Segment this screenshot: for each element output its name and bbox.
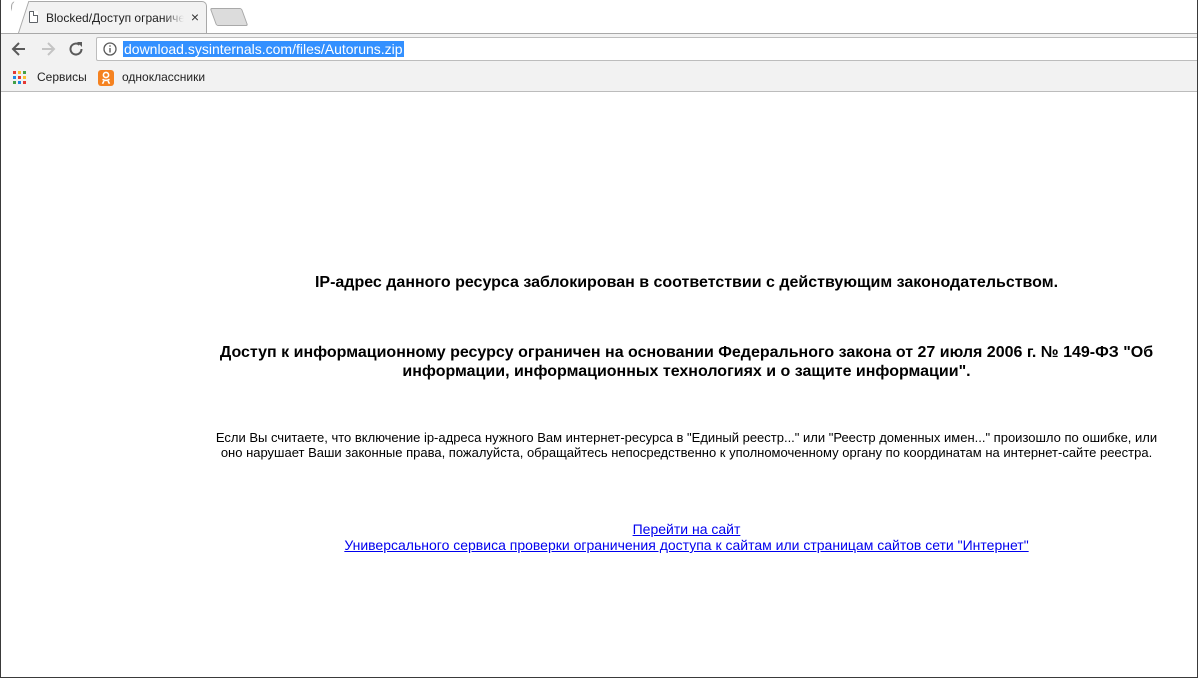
- bookmark-odnoklassniki[interactable]: одноклассники: [122, 70, 205, 86]
- page-icon: [29, 11, 38, 23]
- browser-toolbar: download.sysinternals.com/files/Autoruns…: [1, 33, 1197, 64]
- odnoklassniki-icon[interactable]: [98, 70, 114, 86]
- info-icon[interactable]: [103, 42, 117, 56]
- url-text[interactable]: download.sysinternals.com/files/Autoruns…: [123, 41, 404, 57]
- tab-strip: Blocked/Доступ ограничен ×: [1, 0, 1197, 33]
- browser-tab[interactable]: Blocked/Доступ ограничен ×: [11, 1, 207, 33]
- block-heading: IP-адрес данного ресурса заблокирован в …: [314, 274, 1059, 291]
- law-heading: Доступ к информационному ресурсу огранич…: [219, 344, 1154, 380]
- bookmark-services[interactable]: Сервисы: [37, 70, 87, 86]
- appeal-paragraph: Если Вы считаете, что включение ip-адрес…: [215, 430, 1158, 460]
- check-service-link[interactable]: Универсального сервиса проверки ограниче…: [214, 537, 1159, 553]
- apps-grid-icon[interactable]: [13, 71, 27, 85]
- new-tab-button[interactable]: [209, 8, 249, 26]
- browser-window: Blocked/Доступ ограничен × download.sysi…: [0, 0, 1198, 678]
- tab-title: Blocked/Доступ ограничен: [46, 11, 184, 25]
- page-content: IP-адрес данного ресурса заблокирован в …: [1, 92, 1197, 677]
- go-to-site-link[interactable]: Перейти на сайт: [214, 521, 1159, 537]
- reload-icon[interactable]: [66, 39, 86, 59]
- address-bar[interactable]: download.sysinternals.com/files/Autoruns…: [96, 37, 1197, 61]
- registry-links: Перейти на сайт Универсального сервиса п…: [214, 521, 1159, 553]
- bookmarks-bar: Сервисы одноклассники: [1, 64, 1197, 92]
- back-arrow-icon[interactable]: [9, 39, 29, 59]
- close-icon[interactable]: ×: [188, 9, 202, 25]
- forward-arrow-icon[interactable]: [38, 39, 58, 59]
